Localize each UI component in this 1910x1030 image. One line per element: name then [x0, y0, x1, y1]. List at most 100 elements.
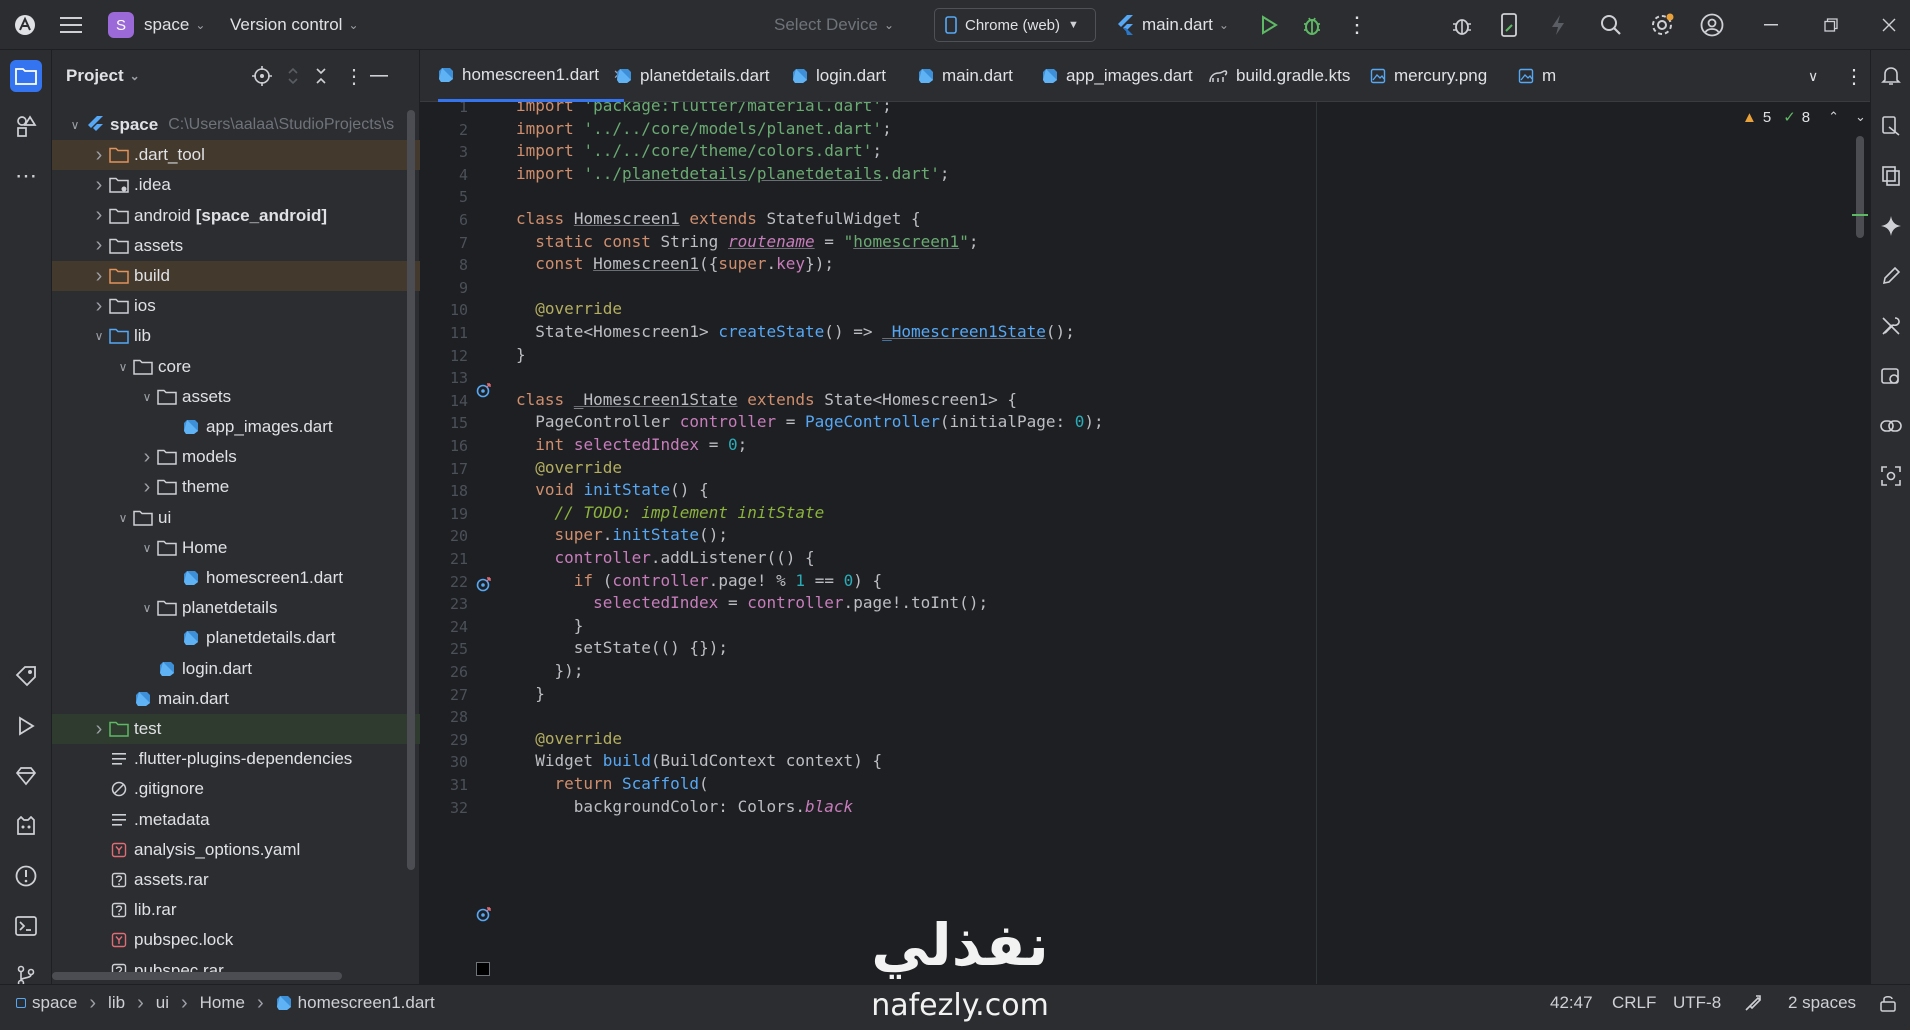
- breadcrumb-item[interactable]: homescreen1.dart: [298, 993, 435, 1013]
- expanded-chevron-icon[interactable]: ∨: [114, 511, 132, 525]
- editor-tab[interactable]: planetdetails.dart: [616, 50, 769, 102]
- editor-tab[interactable]: mercury.png: [1370, 50, 1487, 102]
- project-tree-hscrollbar[interactable]: [52, 972, 342, 980]
- device-selector[interactable]: Select Device ⌄: [774, 0, 894, 50]
- code-editor[interactable]: 1 2 3 4 5 6 7 8 9 10 11 12 13 14 15 16 17 18 19 20 21 22 23 24 2…: [420, 102, 1870, 984]
- tree-item[interactable]: › android [space_android]: [52, 201, 420, 231]
- collapse-all-icon[interactable]: [314, 66, 328, 86]
- tree-item[interactable]: analysis_options.yaml: [52, 835, 420, 865]
- collapsed-chevron-icon[interactable]: ›: [90, 295, 108, 318]
- code-line[interactable]: State<Homescreen1> createState() => _Hom…: [516, 322, 1075, 341]
- editor-tab[interactable]: app_images.dart: [1042, 50, 1193, 102]
- breadcrumb-item[interactable]: Home: [200, 993, 245, 1013]
- more-actions-icon[interactable]: ⋮: [1346, 0, 1368, 50]
- tree-item[interactable]: ∨ ui: [52, 503, 420, 533]
- code-line[interactable]: int selectedIndex = 0;: [516, 435, 747, 454]
- code-line[interactable]: @override: [516, 458, 622, 477]
- expanded-chevron-icon[interactable]: ∨: [66, 118, 84, 132]
- run-config-selector[interactable]: main.dart ⌄: [1116, 0, 1229, 50]
- tree-item[interactable]: › test: [52, 714, 420, 744]
- more-tool-windows-icon[interactable]: ⋯: [10, 160, 42, 192]
- code-line[interactable]: if (controller.page! % 1 == 0) {: [516, 571, 882, 590]
- account-icon[interactable]: [1700, 0, 1724, 50]
- tree-item[interactable]: › .idea: [52, 170, 420, 200]
- project-switcher[interactable]: S space ⌄: [108, 0, 205, 50]
- run-tool-icon[interactable]: [10, 710, 42, 742]
- editor-tab[interactable]: m: [1518, 50, 1556, 102]
- tree-item[interactable]: .flutter-plugins-dependencies: [52, 744, 420, 774]
- debug-icon[interactable]: [1301, 0, 1323, 50]
- tree-item[interactable]: app_images.dart: [52, 412, 420, 442]
- tools-icon[interactable]: [1877, 312, 1905, 340]
- tab-options-icon[interactable]: ⋮: [1844, 50, 1864, 102]
- editor-tab[interactable]: login.dart: [792, 50, 886, 102]
- terminal-icon[interactable]: [10, 910, 42, 942]
- tree-item[interactable]: ∨ assets: [52, 382, 420, 412]
- tree-item[interactable]: ∨ lib: [52, 321, 420, 351]
- read-only-lock-icon[interactable]: [1880, 985, 1896, 1021]
- expanded-chevron-icon[interactable]: ∨: [90, 329, 108, 343]
- tree-item[interactable]: .gitignore: [52, 774, 420, 804]
- tree-item[interactable]: › models: [52, 442, 420, 472]
- hot-reload-icon[interactable]: [1550, 0, 1566, 50]
- app-inspection-icon[interactable]: [1877, 362, 1905, 390]
- code-line[interactable]: class _Homescreen1State extends State<Ho…: [516, 390, 1017, 409]
- layout-inspector-icon[interactable]: [1877, 462, 1905, 490]
- code-line[interactable]: setState(() {});: [516, 638, 728, 657]
- expanded-chevron-icon[interactable]: ∨: [114, 360, 132, 374]
- minimize-window-icon[interactable]: [1764, 0, 1778, 50]
- editor-tab[interactable]: build.gradle.kts: [1208, 50, 1350, 102]
- tree-item[interactable]: ∨ planetdetails: [52, 593, 420, 623]
- code-line[interactable]: import '../../core/models/planet.dart';: [516, 119, 892, 138]
- tree-item[interactable]: assets.rar: [52, 865, 420, 895]
- tree-item[interactable]: lib.rar: [52, 895, 420, 925]
- breadcrumb-item[interactable]: space: [32, 993, 77, 1013]
- link-icon[interactable]: [1877, 412, 1905, 440]
- attach-debugger-icon[interactable]: [1450, 0, 1474, 50]
- code-style-icon[interactable]: [1744, 985, 1762, 1021]
- collapsed-chevron-icon[interactable]: ›: [90, 718, 108, 741]
- code-line[interactable]: super.initState();: [516, 525, 728, 544]
- code-line[interactable]: selectedIndex = controller.page!.toInt()…: [516, 593, 988, 612]
- locate-file-icon[interactable]: [252, 66, 272, 86]
- panel-options-icon[interactable]: ⋮: [344, 64, 364, 89]
- editor-tab[interactable]: homescreen1.dart✕: [438, 50, 624, 102]
- code-line[interactable]: @override: [516, 729, 622, 748]
- problems-icon[interactable]: [10, 860, 42, 892]
- notifications-icon[interactable]: [1877, 62, 1905, 90]
- tab-list-chevron-icon[interactable]: ∨: [1808, 50, 1818, 102]
- code-line[interactable]: Widget build(BuildContext context) {: [516, 751, 882, 770]
- browser-selector[interactable]: Chrome (web) ▼: [934, 8, 1096, 42]
- tree-item[interactable]: › ios: [52, 291, 420, 321]
- device-manager-icon[interactable]: [1500, 0, 1518, 50]
- breadcrumb-item[interactable]: lib: [108, 993, 125, 1013]
- project-tool-icon[interactable]: [10, 60, 42, 92]
- code-line[interactable]: }: [516, 684, 545, 703]
- code-line[interactable]: }: [516, 616, 584, 635]
- tree-item[interactable]: planetdetails.dart: [52, 623, 420, 653]
- caret-position[interactable]: 42:47: [1550, 985, 1593, 1021]
- search-icon[interactable]: [1600, 0, 1622, 50]
- override-marker-icon[interactable]: [476, 382, 492, 403]
- collapsed-chevron-icon[interactable]: ›: [138, 476, 156, 499]
- indent-setting[interactable]: 2 spaces: [1788, 985, 1856, 1021]
- project-tree-scrollbar[interactable]: [407, 110, 415, 870]
- line-separator[interactable]: CRLF: [1612, 985, 1656, 1021]
- gemini-sparkle-icon[interactable]: [1877, 212, 1905, 240]
- editor-scrollbar[interactable]: [1856, 136, 1864, 238]
- tree-item[interactable]: › .dart_tool: [52, 140, 420, 171]
- tree-item[interactable]: pubspec.rar: [52, 956, 420, 986]
- code-line[interactable]: import '../planetdetails/planetdetails.d…: [516, 164, 950, 183]
- code-line[interactable]: @override: [516, 299, 622, 318]
- code-line[interactable]: import 'package:flutter/material.dart';: [516, 102, 892, 115]
- expand-all-icon[interactable]: [286, 66, 300, 86]
- code-line[interactable]: PageController controller = PageControll…: [516, 412, 1103, 431]
- vcs-widget[interactable]: Version control ⌄: [230, 0, 359, 50]
- code-line[interactable]: return Scaffold(: [516, 774, 709, 793]
- collapsed-chevron-icon[interactable]: ›: [138, 446, 156, 469]
- code-line[interactable]: // TODO: implement initState: [516, 503, 825, 522]
- tree-item[interactable]: main.dart: [52, 684, 420, 714]
- tree-item[interactable]: login.dart: [52, 654, 420, 684]
- code-line[interactable]: void initState() {: [516, 480, 708, 499]
- collapsed-chevron-icon[interactable]: ›: [90, 204, 108, 227]
